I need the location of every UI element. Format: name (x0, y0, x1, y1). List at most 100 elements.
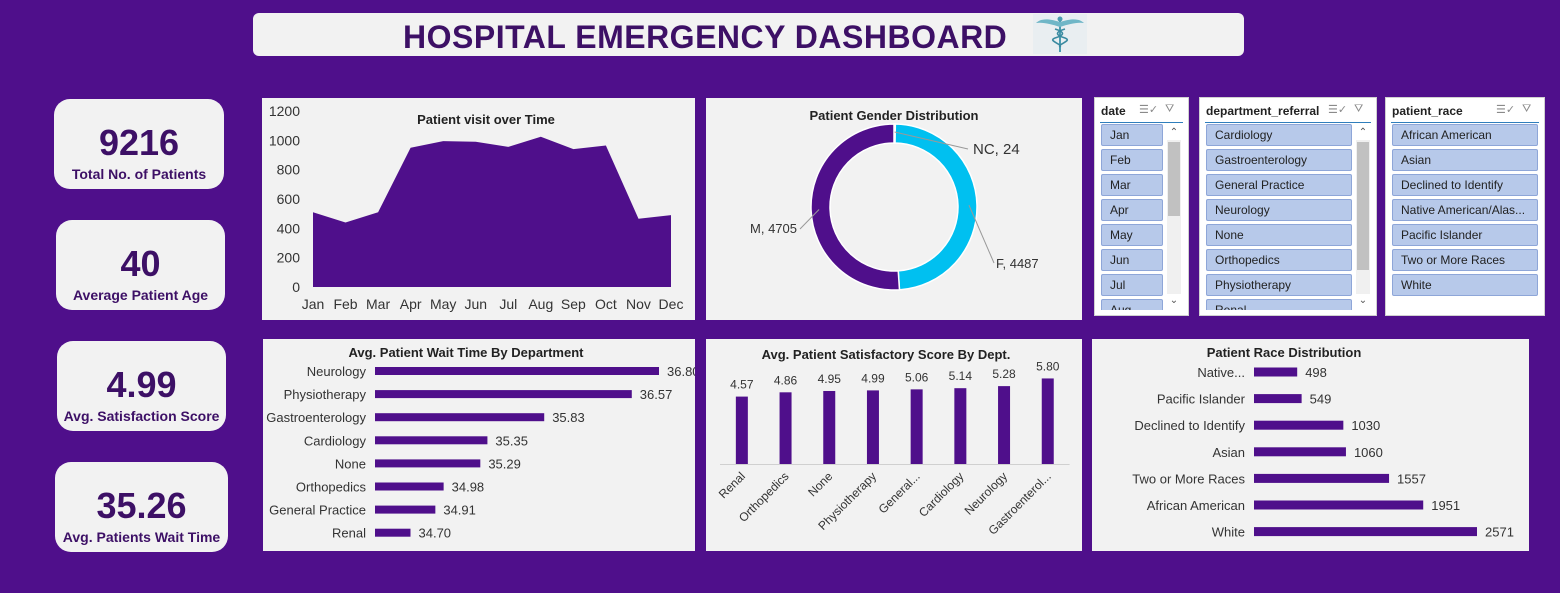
kpi-label: Average Patient Age (72, 287, 209, 303)
wait-time-bar-chart: Avg. Patient Wait Time By Department Neur… (266, 345, 695, 541)
x-tick-label: Dec (659, 296, 684, 312)
slicer-item[interactable]: Feb (1101, 149, 1163, 171)
slicer-item[interactable]: Orthopedics (1206, 249, 1352, 271)
category-label: Asian (1212, 445, 1245, 460)
dashboard-header: HOSPITAL EMERGENCY DASHBOARD (253, 13, 1244, 56)
visits-chart-panel[interactable]: Patient visit over Time 0 200 400 600 800 1000… (262, 98, 695, 320)
scroll-up-icon[interactable]: ⌃ (1356, 126, 1370, 140)
data-label: 1557 (1397, 471, 1426, 486)
kpi-value: 35.26 (96, 485, 187, 526)
category-label: Physiotherapy (284, 387, 367, 402)
scroll-down-icon[interactable]: ⌄ (1356, 294, 1370, 308)
bar (375, 390, 632, 399)
slicer-item[interactable]: Gastroenterology (1206, 149, 1352, 171)
slicer-item[interactable]: African American (1392, 124, 1538, 146)
data-label: 5.14 (949, 369, 973, 383)
scroll-thumb[interactable] (1168, 142, 1180, 216)
data-label: 5.80 (1036, 359, 1060, 373)
scrollbar[interactable]: ⌃ ⌄ (1167, 126, 1181, 308)
data-label: 36.57 (640, 387, 673, 402)
race-chart-panel[interactable]: Patient Race Distribution Native... 498 Pac… (1092, 339, 1529, 551)
slicer-item[interactable]: White (1392, 274, 1538, 296)
category-label: Orthopedics (296, 480, 367, 495)
slicer-item[interactable]: Jul (1101, 274, 1163, 296)
scrollbar[interactable]: ⌃ ⌄ (1356, 126, 1370, 308)
slicer-item[interactable]: Asian (1392, 149, 1538, 171)
donut-slice-f (894, 123, 978, 291)
race-slicer[interactable]: patient_race ☰✓ ⛛ African American Asian D… (1385, 97, 1545, 316)
bar (375, 367, 659, 375)
slicer-item[interactable]: Neurology (1206, 199, 1352, 221)
category-label: Native... (1197, 365, 1245, 380)
bar (1254, 394, 1302, 404)
slicer-item[interactable]: Apr (1101, 199, 1163, 221)
slicer-item[interactable]: Declined to Identify (1392, 174, 1538, 196)
satisfaction-chart-panel[interactable]: Avg. Patient Satisfactory Score By Dept.… (706, 339, 1082, 551)
kpi-value: 4.99 (106, 364, 177, 405)
data-label: 34.70 (419, 526, 452, 541)
bar (823, 390, 836, 464)
slicer-item[interactable]: Mar (1101, 174, 1163, 196)
bar (1254, 447, 1346, 457)
clear-filter-icon[interactable]: ⛛ (1165, 103, 1174, 116)
clear-filter-icon[interactable]: ⛛ (1522, 103, 1531, 116)
data-label: 4.86 (774, 373, 798, 387)
slicer-item[interactable]: Jan (1101, 124, 1163, 146)
slicer-item[interactable]: Renal (1206, 299, 1352, 310)
scroll-up-icon[interactable]: ⌃ (1167, 126, 1181, 140)
category-label: Renal (332, 526, 366, 541)
x-tick-label: Apr (400, 296, 422, 312)
slicer-title: date (1101, 104, 1126, 118)
slicer-title: department_referral (1206, 104, 1320, 118)
scroll-down-icon[interactable]: ⌄ (1167, 294, 1181, 308)
chart-title: Avg. Patient Wait Time By Department (348, 345, 584, 360)
category-label: Cardiology (304, 433, 367, 448)
multi-select-icon[interactable]: ☰✓ (1328, 103, 1347, 116)
data-label: 5.06 (905, 370, 929, 384)
slicer-item[interactable]: General Practice (1206, 174, 1352, 196)
slicer-item[interactable]: Physiotherapy (1206, 274, 1352, 296)
clear-filter-icon[interactable]: ⛛ (1354, 103, 1363, 116)
scroll-thumb[interactable] (1357, 142, 1369, 270)
page-title: HOSPITAL EMERGENCY DASHBOARD (403, 19, 1008, 55)
date-slicer[interactable]: date ☰✓ ⛛ Jan Feb Mar Apr May Jun Jul Aug ⌃ ⌄ (1094, 97, 1189, 316)
category-label: None (805, 469, 835, 499)
y-tick-label: 800 (277, 162, 301, 178)
y-tick-label: 0 (292, 279, 300, 295)
x-tick-label: Jun (464, 296, 487, 312)
slicer-item[interactable]: Aug (1101, 299, 1163, 310)
slicer-item[interactable]: Cardiology (1206, 124, 1352, 146)
bar (866, 390, 879, 464)
caduceus-icon (1033, 14, 1087, 54)
bar (1254, 500, 1424, 510)
data-label: F, 4487 (996, 256, 1039, 271)
x-tick-label: Nov (626, 296, 651, 312)
multi-select-icon[interactable]: ☰✓ (1139, 103, 1158, 116)
visits-area-chart: Patient visit over Time 0 200 400 600 800 1000… (269, 103, 684, 312)
data-label: 34.98 (452, 480, 485, 495)
data-label: 35.29 (488, 456, 521, 471)
slicer-item[interactable]: Pacific Islander (1392, 224, 1538, 246)
data-label: 2571 (1485, 525, 1514, 540)
kpi-satisfaction-score: 4.99 Avg. Satisfaction Score (57, 341, 226, 431)
category-label: Gastroenterology (266, 410, 366, 425)
slicer-item[interactable]: May (1101, 224, 1163, 246)
department-slicer[interactable]: department_referral ☰✓ ⛛ Cardiology Gastr… (1199, 97, 1377, 316)
category-label: Neurology (307, 364, 367, 379)
data-label: 549 (1310, 392, 1332, 407)
multi-select-icon[interactable]: ☰✓ (1496, 103, 1515, 116)
slicer-item[interactable]: Jun (1101, 249, 1163, 271)
wait-chart-panel[interactable]: Avg. Patient Wait Time By Department Neur… (263, 339, 695, 551)
slicer-item[interactable]: Native American/Alas... (1392, 199, 1538, 221)
bar (954, 388, 967, 464)
slicer-item[interactable]: None (1206, 224, 1352, 246)
slicer-item[interactable]: Two or More Races (1392, 249, 1538, 271)
bar (779, 392, 792, 464)
chart-title: Avg. Patient Satisfactory Score By Dept. (762, 347, 1011, 362)
slicer-items: Cardiology Gastroenterology General Practi… (1206, 124, 1352, 310)
x-tick-label: Jan (302, 296, 325, 312)
data-label: M, 4705 (750, 221, 797, 236)
y-tick-label: 400 (277, 220, 301, 236)
slicer-items: Jan Feb Mar Apr May Jun Jul Aug (1101, 124, 1163, 310)
gender-chart-panel[interactable]: Patient Gender Distribution NC, 24 F, 4487… (706, 98, 1082, 320)
